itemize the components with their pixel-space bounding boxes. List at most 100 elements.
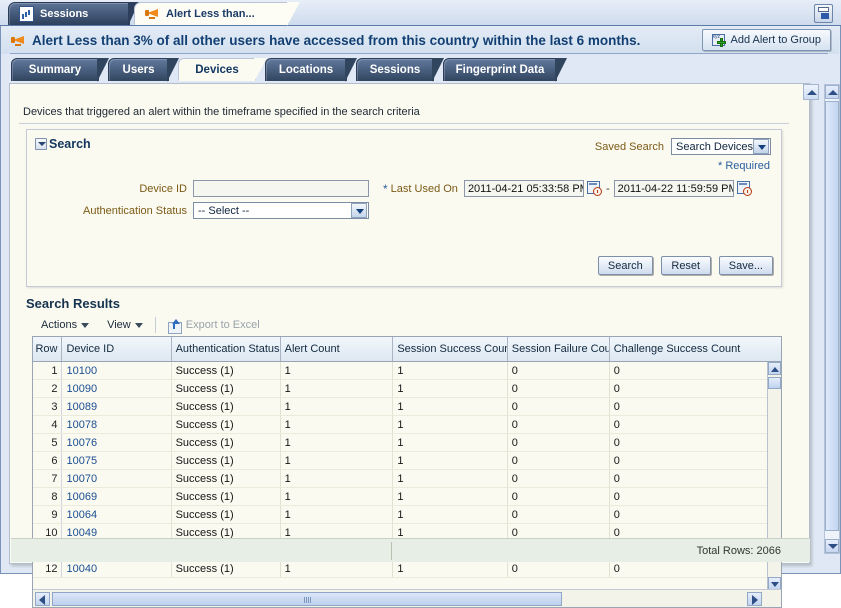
table-row[interactable]: 210090Success (1)1100 [33, 380, 781, 398]
top-tab-strip: Sessions Alert Less than... [0, 0, 841, 26]
table-row[interactable]: 810069Success (1)1100 [33, 488, 781, 506]
cell-session-failure: 0 [508, 506, 610, 523]
grid-horizontal-scrollbar[interactable] [33, 589, 781, 607]
page-scroll-down-button[interactable] [825, 539, 839, 553]
scroll-right-button[interactable] [747, 592, 762, 606]
scroll-left-button[interactable] [35, 592, 50, 606]
chevron-down-icon [135, 323, 143, 328]
scroll-up-button[interactable] [768, 362, 781, 375]
table-row[interactable]: 410078Success (1)1100 [33, 416, 781, 434]
column-header-session-failure-count[interactable]: Session Failure Count [508, 337, 610, 361]
cell-row: 9 [33, 506, 62, 523]
saved-search-select[interactable]: Search Devices [671, 138, 771, 155]
tab-devices[interactable]: Devices [178, 58, 256, 81]
horizontal-scroll-thumb[interactable] [52, 592, 562, 606]
page-scroll-thumb[interactable] [825, 101, 839, 531]
content-panel: Devices that triggered an alert within t… [9, 83, 810, 564]
cell-session-failure: 0 [508, 434, 610, 451]
reset-button[interactable]: Reset [661, 256, 711, 275]
chevron-down-icon[interactable] [35, 138, 47, 150]
auth-status-select[interactable]: -- Select -- [193, 202, 369, 219]
last-used-to-input[interactable]: 2011-04-22 11:59:59 PM [614, 180, 734, 197]
table-row[interactable]: 610075Success (1)1100 [33, 452, 781, 470]
column-header-alert-count[interactable]: Alert Count [281, 337, 394, 361]
required-star: * [383, 182, 388, 196]
cell-alert-count: 1 [281, 398, 394, 415]
banner-title-group: Alert Less than 3% of all other users ha… [11, 33, 640, 48]
cell-row: 12 [33, 560, 62, 577]
cell-alert-count: 1 [281, 560, 394, 577]
cell-device-id[interactable]: 10076 [62, 434, 171, 451]
cell-device-id[interactable]: 10078 [62, 416, 171, 433]
column-header-authentication-status[interactable]: Authentication Status [172, 337, 281, 361]
column-header-row[interactable]: Row [33, 337, 62, 361]
cell-auth-status: Success (1) [172, 560, 281, 577]
cell-device-id[interactable]: 10089 [62, 398, 171, 415]
cell-device-id[interactable]: 10100 [62, 362, 171, 379]
cell-challenge-success: 0 [610, 452, 781, 469]
add-alert-to-group-button[interactable]: Add Alert to Group [702, 29, 832, 51]
tab-label: Fingerprint Data [456, 64, 545, 76]
cell-alert-count: 1 [281, 488, 394, 505]
tab-label: Sessions [370, 64, 421, 76]
table-row[interactable]: 510076Success (1)1100 [33, 434, 781, 452]
page-title: Alert Less than 3% of all other users ha… [32, 33, 640, 48]
cell-device-id[interactable]: 10040 [62, 560, 171, 577]
tab-locations[interactable]: Locations [265, 58, 347, 81]
table-row[interactable]: 1210040Success (1)1100 [33, 560, 781, 578]
page-vertical-scrollbar[interactable] [824, 84, 840, 554]
cell-row: 3 [33, 398, 62, 415]
cell-alert-count: 1 [281, 470, 394, 487]
cell-auth-status: Success (1) [172, 506, 281, 523]
view-menu[interactable]: View [98, 315, 152, 335]
restore-window-icon[interactable] [814, 4, 833, 23]
search-button[interactable]: Search [598, 256, 653, 275]
cell-challenge-success: 0 [610, 362, 781, 379]
table-row[interactable]: 110100Success (1)1100 [33, 362, 781, 380]
cell-session-failure: 0 [508, 398, 610, 415]
cell-session-failure: 0 [508, 416, 610, 433]
export-to-excel-button[interactable]: Export to Excel [159, 315, 269, 335]
save-button[interactable]: Save... [719, 256, 773, 275]
cell-alert-count: 1 [281, 452, 394, 469]
tab-sessions[interactable]: Sessions [356, 58, 434, 81]
table-row[interactable]: 310089Success (1)1100 [33, 398, 781, 416]
search-panel-title: Search [49, 137, 91, 151]
cell-session-failure: 0 [508, 452, 610, 469]
column-header-session-success-count[interactable]: Session Success Count [393, 337, 507, 361]
cell-session-failure: 0 [508, 488, 610, 505]
scroll-thumb[interactable] [768, 377, 781, 389]
calendar-clock-icon[interactable] [737, 181, 752, 196]
alert-banner: Alert Less than 3% of all other users ha… [1, 26, 839, 54]
tab-fingerprint-data[interactable]: Fingerprint Data [443, 58, 557, 81]
status-bar: Total Rows: 2066 [11, 538, 810, 562]
table-row[interactable]: 910064Success (1)1100 [33, 506, 781, 524]
tab-users[interactable]: Users [108, 58, 169, 81]
cell-device-id[interactable]: 10075 [62, 452, 171, 469]
last-used-from-input[interactable]: 2011-04-21 05:33:58 PM [464, 180, 584, 197]
device-id-row: Device ID * Last Used On 2011-04-21 05:3… [35, 180, 775, 197]
calendar-clock-icon[interactable] [587, 181, 602, 196]
cell-device-id[interactable]: 10064 [62, 506, 171, 523]
cell-device-id[interactable]: 10069 [62, 488, 171, 505]
cell-session-failure: 0 [508, 362, 610, 379]
tab-label: Locations [279, 64, 333, 76]
cell-device-id[interactable]: 10070 [62, 470, 171, 487]
actions-menu[interactable]: Actions [32, 315, 98, 335]
top-tab-sessions[interactable]: Sessions [8, 2, 130, 25]
column-header-device-id[interactable]: Device ID [62, 337, 171, 361]
table-row[interactable]: 710070Success (1)1100 [33, 470, 781, 488]
auth-status-label: Authentication Status [35, 205, 187, 217]
device-id-input[interactable] [193, 180, 369, 197]
toolbar-separator [155, 317, 156, 333]
page-scroll-up-icon[interactable] [803, 84, 819, 100]
page-scroll-up-button[interactable] [825, 85, 839, 99]
cell-alert-count: 1 [281, 506, 394, 523]
application-window: Sessions Alert Less than... Alert Less t… [0, 0, 841, 574]
cell-device-id[interactable]: 10090 [62, 380, 171, 397]
column-header-challenge-success-count[interactable]: Challenge Success Count [610, 337, 781, 361]
top-tab-alert[interactable]: Alert Less than... [134, 2, 289, 25]
cell-alert-count: 1 [281, 380, 394, 397]
tab-summary[interactable]: Summary [11, 58, 99, 81]
cell-session-success: 1 [393, 560, 507, 577]
